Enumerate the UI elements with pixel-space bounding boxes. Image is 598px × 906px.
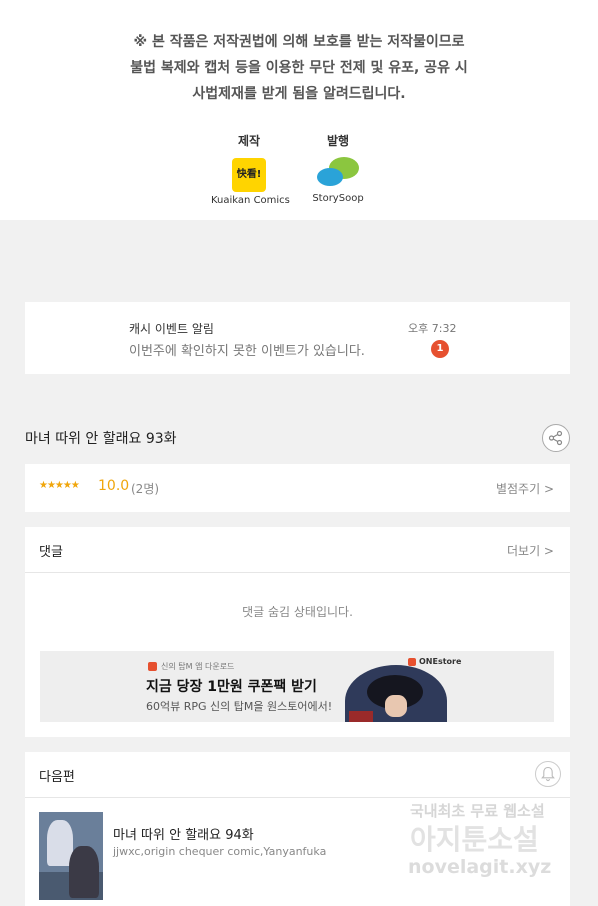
comments-more-link[interactable]: 더보기 > <box>507 542 554 559</box>
notice-line-3: 사법제재를 받게 됨을 알려드립니다. <box>192 86 406 102</box>
notice-line-2: 불법 복제와 캡처 등을 이용한 무단 전제 및 유포, 공유 시 <box>130 60 468 76</box>
rating-bar: ★★★★★ 10.0 (2명) 별점주기 > <box>25 464 570 512</box>
production-name: Kuaikan Comics <box>211 195 290 206</box>
publisher-label: 발행 <box>326 134 350 148</box>
event-title: 캐시 이벤트 알림 <box>129 322 214 336</box>
next-episode-thumbnail <box>39 812 103 900</box>
ad-subtext: 60억뷰 RPG 신의 탑M을 원스토어에서! <box>146 700 333 713</box>
kuaikan-logo: 快看! <box>232 158 266 192</box>
comments-title: 댓글 <box>39 545 63 560</box>
ad-headline: 지금 당장 1만원 쿠폰팩 받기 <box>146 679 317 695</box>
thumbnail-figure-2 <box>69 846 99 898</box>
next-episode-title: 마녀 따위 안 할래요 94화 <box>113 828 254 843</box>
ad-character-image <box>345 665 447 722</box>
rating-stars: ★★★★★ <box>39 480 80 491</box>
production-credit: 제작 快看! Kuaikan Comics <box>211 132 290 206</box>
comments-hidden-message: 댓글 숨김 상태입니다. <box>242 605 353 619</box>
storysoop-logo <box>315 156 361 190</box>
rating-count: (2명) <box>131 482 160 496</box>
copyright-notice: ※ 본 작품은 저작권법에 의해 보호를 받는 저작물이므로 불법 복제와 캡처… <box>0 0 598 220</box>
onestore-logo: ONEstore <box>419 657 462 666</box>
production-label: 제작 <box>237 134 261 148</box>
ad-small-text: 신의 탑M 앱 다운로드 <box>161 662 235 671</box>
share-button[interactable] <box>542 424 570 452</box>
ad-art-face <box>385 695 407 717</box>
comments-header: 댓글 더보기 > <box>25 527 570 573</box>
logo-bubble-blue <box>317 168 343 186</box>
bell-icon <box>541 766 555 782</box>
event-time: 오후 7:32 <box>408 322 457 335</box>
event-notification[interactable]: 캐시 이벤트 알림 이번주에 확인하지 못한 이벤트가 있습니다. 오후 7:3… <box>25 302 570 374</box>
watermark-line-3: novelagit.xyz <box>408 856 552 878</box>
ad-banner[interactable]: 신의 탑M 앱 다운로드 지금 당장 1만원 쿠폰팩 받기 60억뷰 RPG 신… <box>40 651 554 722</box>
next-episode-header: 다음편 <box>25 752 570 798</box>
episode-title: 마녀 따위 안 할래요 93화 <box>25 431 177 447</box>
ad-art-cloth <box>349 711 373 722</box>
notice-text: ※ 본 작품은 저작권법에 의해 보호를 받는 저작물이므로 불법 복제와 캡처… <box>0 29 598 107</box>
next-episode-section-title: 다음편 <box>39 770 75 785</box>
comments-section: 댓글 더보기 > 댓글 숨김 상태입니다. 신의 탑M 앱 다운로드 지금 당장… <box>25 527 570 737</box>
notice-line-1: ※ 본 작품은 저작권법에 의해 보호를 받는 저작물이므로 <box>133 34 465 50</box>
event-description: 이번주에 확인하지 못한 이벤트가 있습니다. <box>129 344 365 359</box>
watermark-line-2: 아지툰소설 <box>410 823 539 856</box>
event-count-badge: 1 <box>431 340 449 358</box>
share-icon <box>548 430 563 446</box>
ad-badge-icon <box>148 662 157 671</box>
publisher-name: StorySoop <box>312 193 364 204</box>
publisher-credit: 발행 StorySoop <box>304 132 372 204</box>
rating-score: 10.0 <box>98 478 130 494</box>
onestore-icon <box>408 658 416 666</box>
rate-button[interactable]: 별점주기 > <box>496 480 554 497</box>
next-episode-authors: jjwxc,origin chequer comic,Yanyanfuka <box>113 845 327 858</box>
notify-button[interactable] <box>535 761 561 787</box>
